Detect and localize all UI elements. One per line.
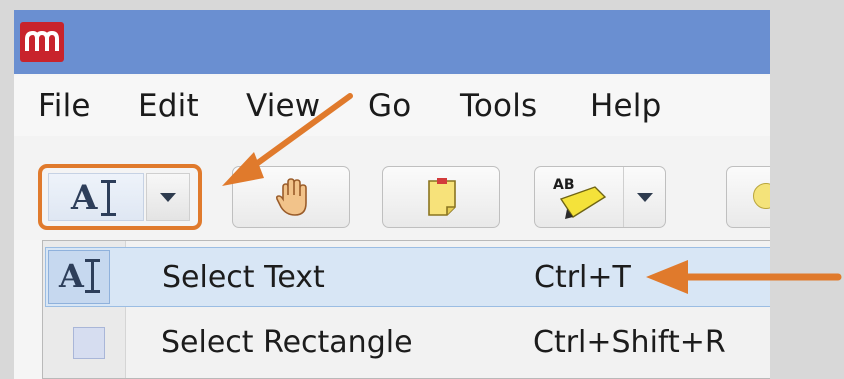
chevron-down-icon xyxy=(637,193,653,202)
sticky-note-icon xyxy=(428,178,456,216)
title-bar xyxy=(14,10,770,74)
annotation-arrow-menu-item xyxy=(646,260,842,294)
highlight-tool-button[interactable]: AB xyxy=(535,167,624,227)
text-cursor-icon xyxy=(85,259,100,293)
text-cursor-icon xyxy=(101,180,116,216)
menu-item-shortcut: Ctrl+Shift+R xyxy=(533,325,726,360)
svg-text:AB: AB xyxy=(553,177,575,193)
menu-item-label: Select Rectangle xyxy=(161,325,413,360)
selected-indicator: A xyxy=(48,250,110,304)
select-rectangle-icon xyxy=(73,327,105,359)
select-tool-split-button[interactable]: A xyxy=(38,164,202,230)
select-text-tool-button[interactable]: A xyxy=(48,173,144,221)
menu-file[interactable]: File xyxy=(38,88,91,124)
menu-bar: File Edit View Go Tools Help xyxy=(14,76,770,136)
highlighter-icon: AB xyxy=(553,177,607,219)
toolbar-button-partial[interactable] xyxy=(726,166,770,228)
menu-item-label: Select Text xyxy=(162,260,325,295)
menu-help[interactable]: Help xyxy=(590,88,661,124)
menu-edit[interactable]: Edit xyxy=(138,88,199,124)
toolbar: A AB xyxy=(14,136,770,240)
menu-item-select-rectangle[interactable]: Select Rectangle Ctrl+Shift+R xyxy=(45,313,770,373)
menu-item-shortcut: Ctrl+T xyxy=(534,260,631,295)
annotation-arrow-toolbar xyxy=(222,93,353,186)
circle-icon xyxy=(753,183,770,209)
select-text-icon: A xyxy=(59,257,84,295)
app-logo-icon xyxy=(20,22,64,62)
highlight-tool-split-button[interactable]: AB xyxy=(534,166,666,228)
chevron-down-icon xyxy=(160,193,176,202)
menu-go[interactable]: Go xyxy=(368,88,411,124)
app-window: File Edit View Go Tools Help A AB A Sele… xyxy=(14,10,770,379)
select-text-icon: A xyxy=(71,178,98,218)
note-tool-button[interactable] xyxy=(382,166,500,228)
select-tool-dropdown-button[interactable] xyxy=(146,173,190,221)
menu-tools[interactable]: Tools xyxy=(460,88,537,124)
